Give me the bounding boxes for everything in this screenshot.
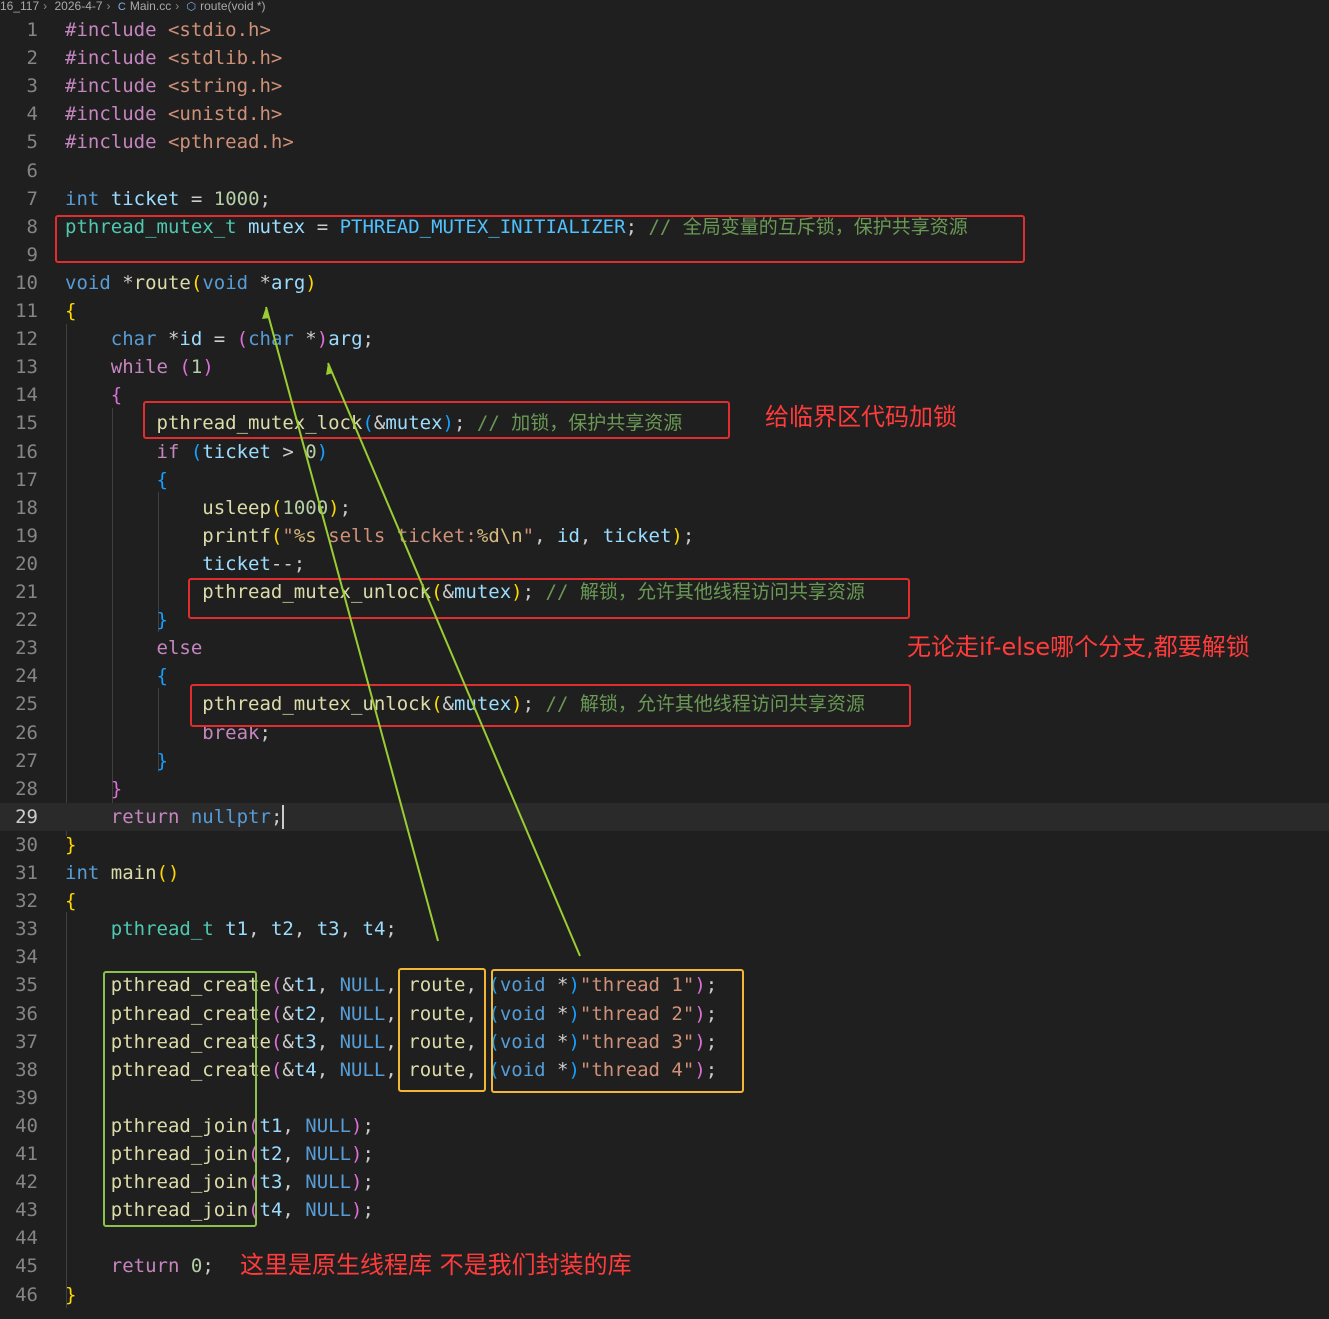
arrow-line-route: [265, 306, 439, 942]
breadcrumb: 16_117 › 2026-4-7 › C Main.cc › ⬡ route(void …: [0, 0, 1329, 14]
note-lock-critical-section: 给临界区代码加锁: [765, 403, 957, 431]
breadcrumb-item-symbol[interactable]: route(void *): [200, 0, 265, 13]
chevron-right-icon: ›: [175, 0, 180, 13]
arrow-head: [262, 307, 270, 319]
chevron-right-icon: ›: [43, 0, 48, 13]
breadcrumb-item-file[interactable]: Main.cc: [130, 0, 171, 13]
note-unlock-both-branches: 无论走if-else哪个分支,都要解锁: [907, 633, 1250, 661]
chevron-right-icon: ›: [106, 0, 111, 13]
arrow-overlay: [262, 306, 581, 957]
function-symbol-icon: ⬡: [186, 1, 197, 13]
arrow-line-arg: [327, 362, 581, 957]
breadcrumb-item-date-folder[interactable]: 2026-4-7: [55, 0, 103, 13]
breadcrumb-item-folder[interactable]: 16_117: [0, 0, 39, 13]
cpp-file-icon: C: [117, 1, 126, 13]
note-native-thread-lib: 这里是原生线程库 不是我们封装的库: [240, 1251, 632, 1279]
code-editor[interactable]: 1 #include <stdio.h> 2 #include <stdlib.h> 3…: [0, 16, 1329, 1319]
